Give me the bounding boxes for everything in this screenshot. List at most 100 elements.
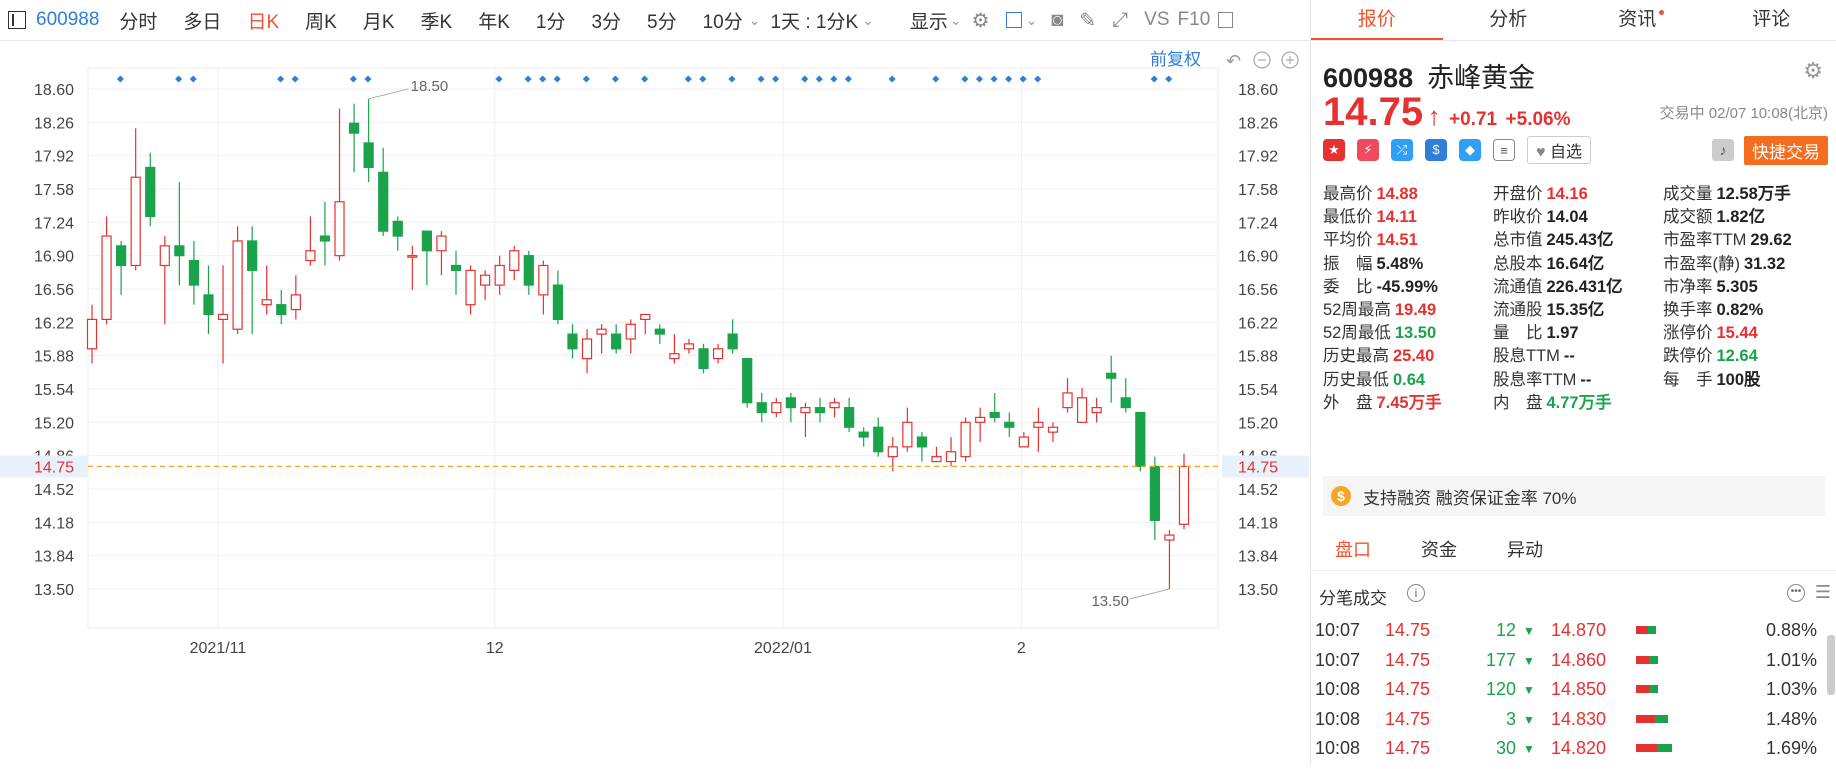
- stat-cell: 最高价14.88: [1323, 180, 1493, 203]
- arrow-up-icon: ↑: [1428, 101, 1441, 131]
- runner-icon[interactable]: ⚡: [1357, 139, 1379, 161]
- stats-row: 52周最高19.49流通股15.35亿换手率0.82%: [1323, 296, 1833, 319]
- candle-body: [1005, 422, 1014, 427]
- sidebar-toggle-icon[interactable]: [8, 11, 26, 29]
- gear-icon[interactable]: ⚙: [972, 8, 990, 33]
- stat-cell: 成交额1.82亿: [1663, 203, 1833, 226]
- panel-icon[interactable]: [1218, 12, 1233, 28]
- fuquan-button[interactable]: 前复权: [1150, 50, 1201, 69]
- stat-value: 0.82%: [1717, 301, 1764, 319]
- chevron-down-icon[interactable]: ⌄: [1026, 12, 1038, 29]
- stat-key: 平均价: [1323, 231, 1373, 249]
- candle-body: [262, 300, 271, 305]
- tab-duori[interactable]: 多日: [183, 7, 221, 34]
- candle-body: [306, 251, 315, 261]
- candle-body: [117, 246, 126, 266]
- candle-body: [757, 403, 766, 413]
- event-marker: [845, 75, 852, 82]
- stat-value: --: [1580, 371, 1591, 389]
- tab-yidong[interactable]: 异动: [1507, 530, 1543, 570]
- kline-chart[interactable]: 18.6018.6018.2618.2617.9217.9217.5817.58…: [0, 41, 1309, 764]
- gear-icon[interactable]: ⚙: [1803, 58, 1823, 84]
- candle-body: [160, 246, 169, 266]
- chevron-down-icon[interactable]: ⌄: [749, 12, 761, 29]
- candle-body: [219, 314, 228, 319]
- stat-cell: 总股本16.64亿: [1493, 250, 1663, 273]
- stock-code[interactable]: 600988: [36, 9, 99, 31]
- candle-body: [684, 344, 693, 349]
- candle-body: [291, 295, 300, 310]
- undo-icon[interactable]: ↶: [1226, 51, 1241, 71]
- tick-pct: 1.01%: [1766, 650, 1817, 671]
- tab-5min[interactable]: 5分: [647, 7, 677, 34]
- candle-body: [845, 408, 854, 428]
- info-icon[interactable]: i: [1407, 584, 1425, 602]
- tag-icon[interactable]: ◆: [1459, 139, 1481, 161]
- tick-pct: 1.03%: [1766, 679, 1817, 700]
- price-tick-left: 15.54: [34, 382, 74, 399]
- chevron-down-icon[interactable]: ⌄: [950, 12, 962, 29]
- vs-button[interactable]: VS: [1144, 9, 1169, 31]
- min-pointer: [1129, 589, 1169, 599]
- event-marker: [961, 75, 968, 82]
- list-icon[interactable]: ☰: [1815, 582, 1831, 603]
- stat-value: 12.64: [1717, 347, 1758, 365]
- price-tick-left: 16.56: [34, 282, 74, 299]
- tab-zijin[interactable]: 资金: [1421, 530, 1457, 570]
- stat-value: 15.35亿: [1547, 301, 1605, 319]
- shuffle-icon[interactable]: ⤮: [1391, 139, 1413, 161]
- quick-trade-button[interactable]: 快捷交易: [1744, 136, 1828, 165]
- bell-icon[interactable]: ♪: [1712, 139, 1734, 161]
- tab-niank[interactable]: 年K: [478, 7, 510, 34]
- pen-icon[interactable]: ✎: [1079, 8, 1096, 33]
- event-marker: [612, 75, 619, 82]
- stats-row: 委 比-45.99%流通值226.431亿市净率5.305: [1323, 273, 1833, 296]
- candle-body: [932, 457, 941, 462]
- dollar-icon[interactable]: $: [1425, 139, 1447, 161]
- kline-svg[interactable]: 18.6018.6018.2618.2617.9217.9217.5817.58…: [0, 41, 1309, 764]
- stat-value: 12.58万手: [1717, 185, 1791, 203]
- tab-jik[interactable]: 季K: [421, 7, 453, 34]
- fullscreen-icon[interactable]: ⤢: [1112, 9, 1128, 32]
- stat-cell: 内 盘4.77万手: [1493, 389, 1663, 412]
- stat-value: 16.64亿: [1547, 255, 1605, 273]
- tick-list: 10:0714.751214.8700.88%▼10:0714.7517714.…: [1311, 620, 1831, 768]
- stat-cell: 历史最低0.64: [1323, 366, 1493, 389]
- tab-1min[interactable]: 1分: [536, 7, 566, 34]
- chevron-down-icon[interactable]: ⌄: [862, 12, 874, 29]
- stat-value: 31.32: [1744, 255, 1785, 273]
- f10-button[interactable]: F10: [1178, 9, 1211, 31]
- tab-zixun[interactable]: 资讯: [1574, 0, 1706, 40]
- stat-key: 股息率TTM: [1493, 371, 1576, 389]
- tab-pankou[interactable]: 盘口: [1335, 530, 1371, 570]
- tab-10min[interactable]: 10分: [703, 7, 743, 34]
- candle-body: [874, 427, 883, 452]
- tab-baojia[interactable]: 报价: [1311, 0, 1443, 40]
- stat-key: 量 比: [1493, 324, 1543, 342]
- tab-pinglun[interactable]: 评论: [1706, 0, 1836, 40]
- tab-fenshi[interactable]: 分时: [119, 7, 157, 34]
- tab-rik[interactable]: 日K: [247, 7, 279, 34]
- stock-title-code: 600988: [1323, 63, 1413, 93]
- stat-cell: 换手率0.82%: [1663, 296, 1833, 319]
- price-change: +0.71: [1449, 109, 1497, 130]
- more-icon[interactable]: •••: [1787, 584, 1805, 602]
- add-watchlist-button[interactable]: ♥ 自选: [1527, 136, 1591, 164]
- scrollbar[interactable]: [1827, 635, 1835, 695]
- candle-body: [597, 329, 606, 334]
- candle-body: [510, 251, 519, 271]
- square-icon[interactable]: [1006, 12, 1022, 28]
- tick-price: 14.75: [1385, 738, 1430, 759]
- note-icon[interactable]: ≡: [1493, 139, 1515, 161]
- tick-volume: 120: [1486, 679, 1516, 700]
- candle-body: [408, 256, 417, 258]
- tab-zhouk[interactable]: 周K: [305, 7, 337, 34]
- camera-icon[interactable]: ◙: [1051, 9, 1063, 32]
- stat-value: 14.88: [1377, 185, 1418, 203]
- tab-3min[interactable]: 3分: [591, 7, 621, 34]
- display-menu[interactable]: 显示: [910, 7, 948, 34]
- tab-yuek[interactable]: 月K: [363, 7, 395, 34]
- tab-fenxi[interactable]: 分析: [1443, 0, 1575, 40]
- event-marker: [772, 75, 779, 82]
- period-selector[interactable]: 1天 : 1分K: [770, 7, 858, 34]
